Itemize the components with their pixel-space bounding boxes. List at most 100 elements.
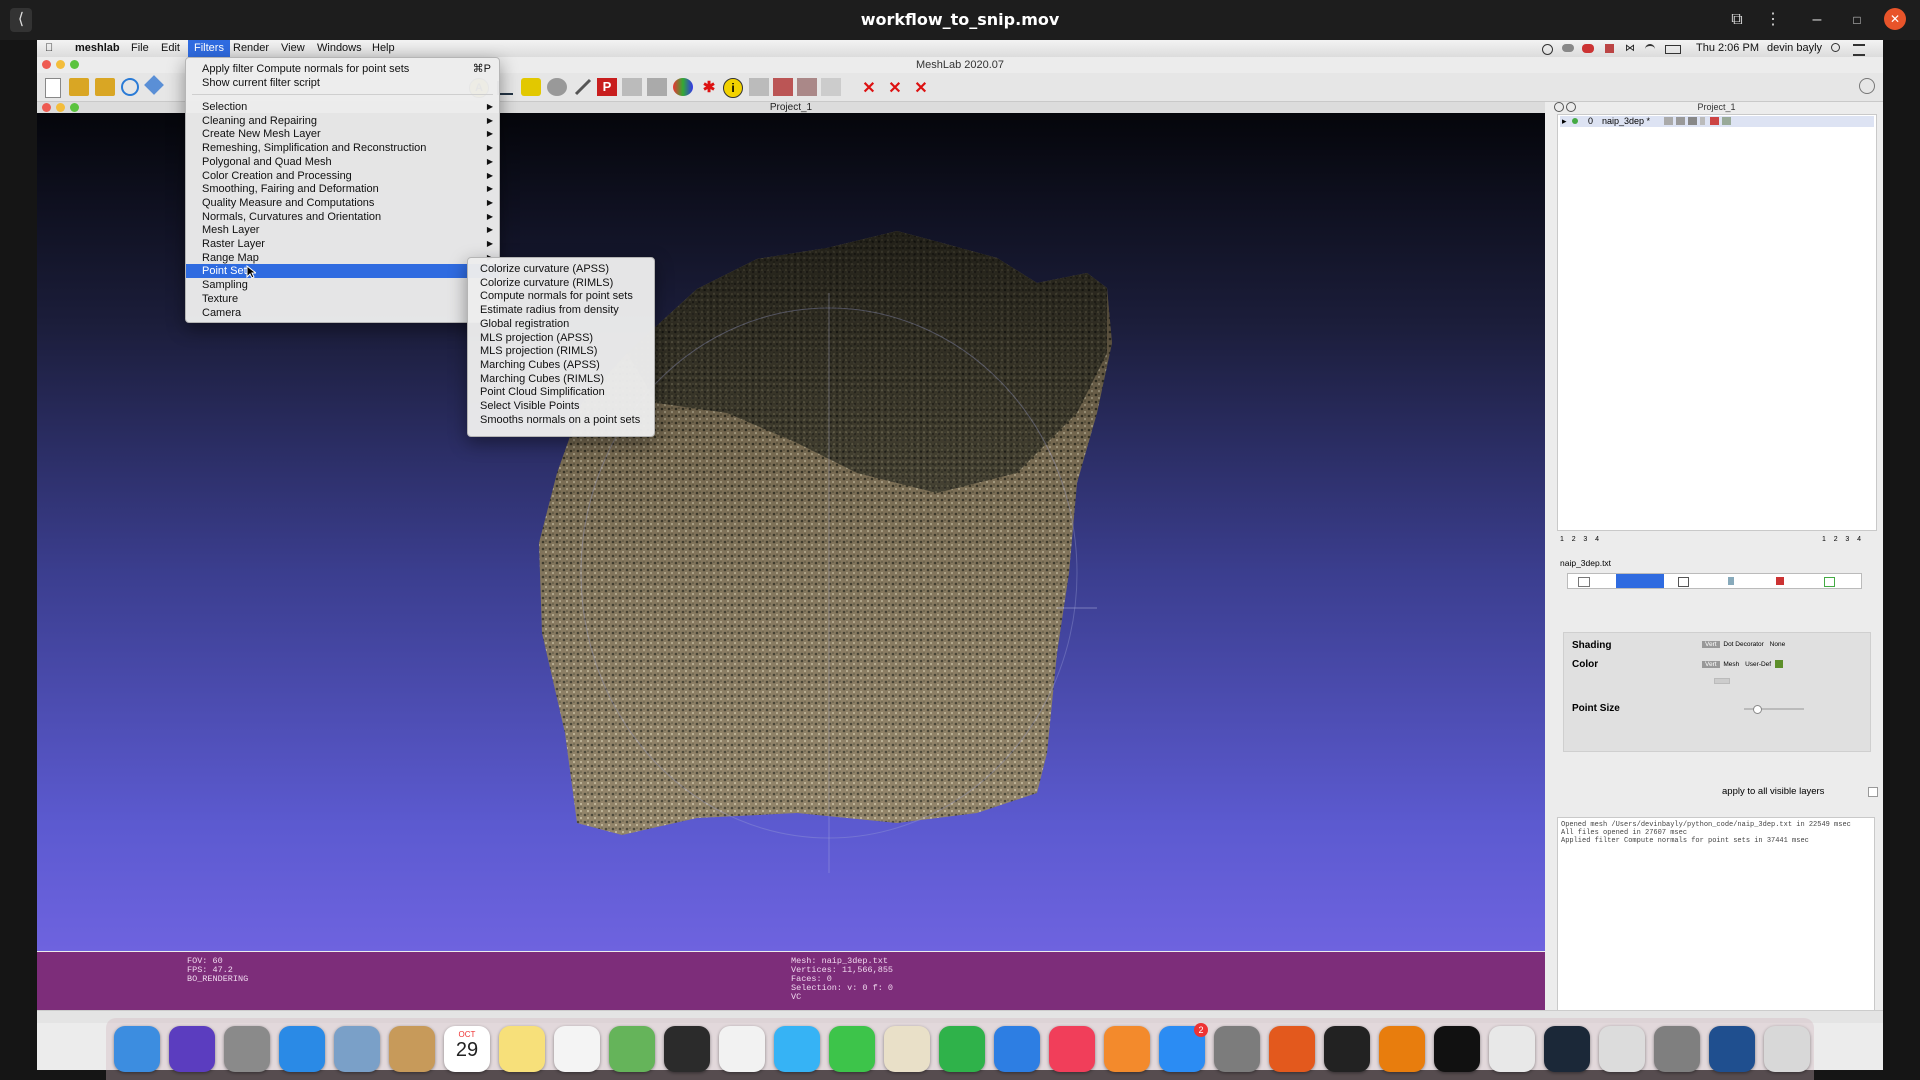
filters-submenu-item[interactable]: Sampling▶ bbox=[186, 278, 499, 292]
messages-icon[interactable] bbox=[774, 1026, 820, 1072]
app-menu[interactable]: meshlab bbox=[75, 42, 120, 54]
point-set-filter-item[interactable]: MLS projection (RIMLS) bbox=[468, 344, 654, 358]
raster-tab-2[interactable]: 2 bbox=[1834, 536, 1838, 543]
wire-mode-icon[interactable] bbox=[1676, 117, 1685, 125]
firefox-icon[interactable] bbox=[1269, 1026, 1315, 1072]
menu-view[interactable]: View bbox=[281, 42, 305, 54]
battery-icon[interactable] bbox=[1665, 45, 1681, 54]
apply-all-layers-checkbox[interactable] bbox=[1868, 787, 1878, 797]
filters-submenu-item[interactable]: Color Creation and Processing ▶ bbox=[186, 169, 499, 183]
minimize-subwindow-button[interactable] bbox=[56, 103, 65, 112]
point-set-filter-item[interactable]: Select Visible Points bbox=[468, 399, 654, 413]
filters-submenu-item[interactable]: Point Set▶ bbox=[186, 264, 499, 279]
siri-icon[interactable] bbox=[169, 1026, 215, 1072]
quicktime-icon[interactable] bbox=[1709, 1026, 1755, 1072]
paint-tool-icon[interactable] bbox=[521, 78, 541, 96]
filters-submenu-item[interactable]: Create New Mesh Layer ▶ bbox=[186, 127, 499, 141]
facetime-icon[interactable] bbox=[829, 1026, 875, 1072]
point-set-filter-item[interactable]: Marching Cubes (APSS) bbox=[468, 358, 654, 372]
cloud-icon[interactable] bbox=[1562, 44, 1574, 52]
filters-submenu-item[interactable]: Smoothing, Fairing and Deformation ▶ bbox=[186, 182, 499, 196]
filters-submenu-item[interactable]: Cleaning and Repairing ▶ bbox=[186, 114, 499, 128]
align-tool-icon[interactable] bbox=[749, 78, 769, 96]
info-icon[interactable]: i bbox=[723, 78, 743, 98]
minimize-window-button[interactable] bbox=[56, 60, 65, 69]
texture-mode-tab-icon[interactable] bbox=[1776, 577, 1784, 585]
filters-submenu-item[interactable]: Range Map▶ bbox=[186, 251, 499, 265]
points-mode-tab-icon[interactable] bbox=[1616, 574, 1664, 588]
books-icon[interactable] bbox=[1104, 1026, 1150, 1072]
menu-render[interactable]: Render bbox=[233, 42, 269, 54]
filters-submenu-item[interactable]: Selection ▶ bbox=[186, 100, 499, 114]
terminal-icon[interactable] bbox=[1434, 1026, 1480, 1072]
launchpad-icon[interactable] bbox=[224, 1026, 270, 1072]
show-filter-script-item[interactable]: Show current filter script bbox=[186, 76, 499, 90]
steam-icon[interactable] bbox=[1544, 1026, 1590, 1072]
spotlight-search-icon[interactable] bbox=[1831, 43, 1840, 52]
app-store-icon[interactable]: 2 bbox=[1159, 1023, 1208, 1072]
point-set-filter-item[interactable]: Estimate radius from density bbox=[468, 303, 654, 317]
filters-submenu-item[interactable]: Mesh Layer ▶ bbox=[186, 223, 499, 237]
view-tab-4[interactable]: 4 bbox=[1595, 536, 1599, 543]
blender-icon[interactable] bbox=[1379, 1026, 1425, 1072]
filters-submenu-item[interactable]: Normals, Curvatures and Orientation ▶ bbox=[186, 210, 499, 224]
select-faces-icon[interactable] bbox=[647, 78, 667, 96]
menu-clock[interactable]: Thu 2:06 PM bbox=[1696, 42, 1759, 54]
filters-submenu-item[interactable]: Raster Layer ▶ bbox=[186, 237, 499, 251]
preview-icon[interactable] bbox=[334, 1026, 380, 1072]
layer-name[interactable]: naip_3dep * bbox=[1602, 116, 1650, 127]
photos-icon[interactable] bbox=[719, 1026, 765, 1072]
shading-none-option[interactable]: None bbox=[1768, 641, 1788, 648]
cast-icon[interactable]: ⧉ bbox=[1726, 8, 1748, 32]
trash-icon[interactable] bbox=[1764, 1026, 1810, 1072]
keynote-icon[interactable] bbox=[994, 1026, 1040, 1072]
new-project-icon[interactable] bbox=[45, 78, 61, 98]
point-set-filter-item[interactable]: Colorize curvature (APSS) bbox=[468, 262, 654, 276]
delete-faces-vertices-icon[interactable]: ✕ bbox=[911, 78, 931, 97]
move-tool-icon[interactable] bbox=[821, 78, 841, 96]
points-mode-icon[interactable] bbox=[1664, 117, 1673, 125]
view-tab-3[interactable]: 3 bbox=[1583, 536, 1587, 543]
bbox-mode-tab-icon[interactable] bbox=[1578, 577, 1590, 587]
brush-icon[interactable] bbox=[573, 78, 593, 96]
menu-filters[interactable]: Filters bbox=[188, 40, 230, 57]
p-tool-icon[interactable]: P bbox=[597, 78, 617, 96]
solid-mode-tab-icon[interactable] bbox=[1728, 577, 1734, 585]
raster-tab-1[interactable]: 1 bbox=[1822, 536, 1826, 543]
apply-last-filter-item[interactable]: Apply filter Compute normals for point s… bbox=[186, 62, 499, 76]
pick-points-icon[interactable] bbox=[547, 78, 567, 96]
bluetooth-icon[interactable]: ⋈ bbox=[1625, 43, 1635, 54]
maximize-icon[interactable]: □ bbox=[1846, 8, 1868, 32]
color-mesh-option[interactable]: Mesh bbox=[1721, 661, 1741, 668]
menu-user[interactable]: devin bayly bbox=[1767, 42, 1822, 54]
open-project-icon[interactable] bbox=[69, 78, 89, 96]
filters-submenu-item[interactable]: Texture▶ bbox=[186, 292, 499, 306]
view-tab-2[interactable]: 2 bbox=[1572, 536, 1576, 543]
view-tab-1[interactable]: 1 bbox=[1560, 536, 1564, 543]
delete-faces-icon[interactable]: ✕ bbox=[885, 78, 905, 97]
calendar-icon[interactable]: OCT 29 bbox=[444, 1026, 490, 1072]
point-set-filter-item[interactable]: Marching Cubes (RIMLS) bbox=[468, 372, 654, 386]
finder-icon[interactable] bbox=[114, 1026, 160, 1072]
point-size-slider-knob[interactable] bbox=[1753, 705, 1762, 714]
maps-icon[interactable] bbox=[609, 1026, 655, 1072]
minimize-icon[interactable]: – bbox=[1806, 8, 1828, 32]
reload-icon[interactable] bbox=[121, 78, 139, 96]
raster-tab-3[interactable]: 3 bbox=[1845, 536, 1849, 543]
point-set-filter-item[interactable]: Colorize curvature (RIMLS) bbox=[468, 276, 654, 290]
close-icon[interactable]: ✕ bbox=[1884, 8, 1906, 30]
point-set-filter-item[interactable]: Point Cloud Simplification bbox=[468, 385, 654, 399]
reminders-icon[interactable] bbox=[554, 1026, 600, 1072]
point-set-filter-item[interactable]: Smooths normals on a point sets bbox=[468, 413, 654, 427]
zoom-window-button[interactable] bbox=[70, 60, 79, 69]
toolbar-search-icon[interactable] bbox=[1859, 78, 1875, 94]
more-options-icon[interactable]: ⋮ bbox=[1762, 8, 1784, 32]
point-set-filter-item[interactable]: MLS projection (APSS) bbox=[468, 331, 654, 345]
layer-row[interactable]: ▸ 0 naip_3dep * bbox=[1560, 116, 1874, 127]
visibility-eye-icon[interactable] bbox=[1572, 118, 1578, 124]
export-mesh-icon[interactable] bbox=[144, 75, 164, 95]
music-icon[interactable] bbox=[1049, 1026, 1095, 1072]
safari-icon[interactable] bbox=[279, 1026, 325, 1072]
close-window-button[interactable] bbox=[42, 60, 51, 69]
script-editor-icon[interactable] bbox=[1599, 1026, 1645, 1072]
